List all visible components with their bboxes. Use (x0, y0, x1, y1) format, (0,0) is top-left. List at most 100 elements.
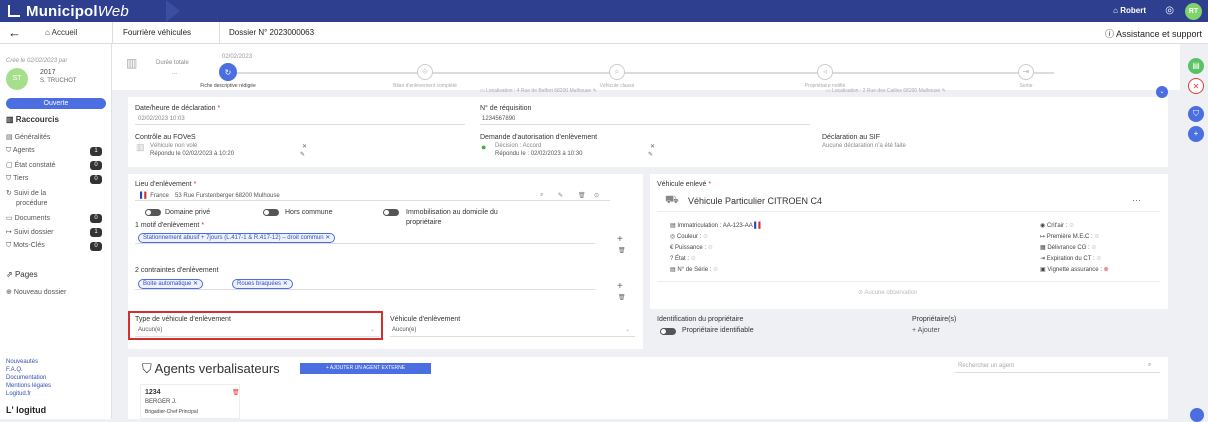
sif-value: Aucune déclaration n'a été faite (822, 143, 906, 149)
chevron-down-icon[interactable]: ⌄ (370, 326, 375, 333)
step-notifie-icon[interactable]: ◃ (817, 64, 833, 80)
trash-icon[interactable]: 🗑 (618, 294, 626, 301)
step-classe-icon[interactable]: ⌕ (609, 64, 625, 80)
chat-fab[interactable] (1190, 408, 1204, 422)
sidebar-item-documents[interactable]: ▭ Documents (6, 214, 50, 222)
vehicule-title: Véhicule Particulier CITROEN C4 (688, 196, 823, 206)
close-icon[interactable]: ✕ (650, 143, 655, 150)
app-logo[interactable]: MunicipolWeb (8, 3, 129, 20)
domaine-prive-label: Domaine privé (165, 209, 211, 216)
sidebar-item-agents[interactable]: ⛉ Agents (6, 147, 35, 155)
pages-icon: ⇗ (6, 270, 13, 279)
documents-count-badge: 0 (90, 214, 102, 223)
auth-response: Répondu le : 02/02/2023 à 10:30 (495, 151, 583, 157)
link-mentions[interactable]: Mentions légales (6, 383, 51, 389)
divider (112, 22, 113, 44)
sidebar-item-suivi[interactable]: ↻ Suivi de la (6, 189, 46, 197)
suivi-dossier-count-badge: 1 (90, 228, 102, 237)
user-menu[interactable]: ⌂ Robert (1113, 6, 1146, 15)
vehicule-enleve-label: Véhicule enlevé * (657, 181, 712, 188)
toggle-hors-commune[interactable] (263, 209, 279, 216)
vehicule-enlevement-label: Véhicule d'enlèvement (390, 316, 461, 323)
trash-icon[interactable]: 🗑 (578, 192, 586, 199)
user-avatar[interactable]: RT (1185, 3, 1202, 20)
close-fab[interactable]: ✕ (1188, 78, 1204, 94)
chevron-down-icon[interactable]: ⌄ (625, 326, 630, 333)
duration-label: Durée totale (156, 60, 189, 66)
id-proprietaire-label: Identification du propriétaire (657, 316, 744, 323)
sidebar-item-etat[interactable]: ▢ État constaté (6, 161, 55, 169)
vehicule-enlevement-select[interactable] (390, 326, 635, 337)
foves-response: Répondu le 02/02/2023 à 10:20 (150, 151, 235, 157)
toggle-proprietaire[interactable] (660, 328, 676, 335)
agents-title: ⛉ Agents verbalisateurs (142, 361, 280, 376)
pages-link[interactable]: ⇗ Pages (6, 270, 38, 279)
link-nouveautes[interactable]: Nouveautés (6, 359, 38, 365)
search-icon[interactable]: ⌕ (540, 192, 543, 199)
status-badge[interactable]: Ouverte (6, 98, 106, 109)
step-date: 02/02/2023 (222, 54, 253, 60)
workflow-progress: ▥ Durée totale ... 02/02/2023 ↻ ⟐ ⌕ ◃ ⇥ … (112, 44, 1180, 90)
assistance-link[interactable]: ⓘ Assistance et support (1105, 27, 1202, 40)
add-contrainte-icon[interactable]: + (617, 281, 623, 292)
auth-label: Demande d'autorisation d'enlèvement (480, 134, 598, 141)
new-dossier-link[interactable]: ⊕ Nouveau dossier (6, 288, 66, 296)
info-icon[interactable]: ⊙ (594, 192, 599, 199)
step-bilan-icon[interactable]: ⟐ (417, 64, 433, 80)
duration-icon: ▥ (126, 56, 138, 70)
trash-icon[interactable]: 🗑 (618, 247, 626, 254)
motif-field[interactable] (135, 233, 595, 244)
edit-icon[interactable]: ✎ (558, 192, 563, 199)
back-arrow-icon[interactable]: ← (8, 25, 21, 40)
headset-icon[interactable]: ◎ (1165, 5, 1174, 16)
type-vehicule-label: Type de véhicule d'enlèvement (135, 316, 231, 323)
toggle-immobilisation[interactable] (383, 209, 399, 216)
step-fiche-label: Fiche descriptive rédigée (200, 83, 256, 89)
step-sortie-label: Sortie (1019, 83, 1033, 89)
creator-year: 2017 (40, 69, 56, 76)
link-documentation[interactable]: Documentation (6, 375, 46, 381)
sidebar-item-suivi-line2[interactable]: procédure (16, 200, 48, 207)
save-fab[interactable]: ▤ (1188, 58, 1204, 74)
step-sortie-icon[interactable]: ⇥ (1018, 64, 1034, 80)
agent-search-placeholder: Rechercher un agent (958, 363, 1015, 369)
link-logitud[interactable]: Logitud.fr (6, 391, 31, 397)
breadcrumb-module[interactable]: Fourrière véhicules (123, 28, 191, 37)
agent-name: BERGER J. (145, 399, 177, 405)
country-select[interactable]: ▌▌ France (140, 193, 169, 199)
toggle-domaine-prive[interactable] (145, 209, 161, 216)
sidebar-item-mots-cles[interactable]: ⛉ Mots-Clés (6, 242, 45, 250)
sidebar-item-tiers[interactable]: ⛉ Tiers (6, 175, 28, 183)
close-icon[interactable]: ✕ (302, 143, 307, 150)
agent-number: 1234 (145, 389, 161, 396)
etat: ? État : ⊘ (670, 256, 696, 262)
more-icon[interactable]: ··· (1132, 195, 1141, 205)
edit-icon[interactable]: ✎ (648, 151, 653, 158)
link-faq[interactable]: F.A.Q. (6, 367, 23, 373)
immobilisation-label-2: propriétaire (406, 219, 442, 226)
tiers-count-badge: 0 (90, 175, 102, 184)
localisation-1: ▭ Localisation : 4 Rue de Belfort 68200 … (480, 88, 597, 94)
add-person-fab[interactable]: ⛉ (1188, 106, 1204, 122)
step-fiche-icon[interactable]: ↻ (219, 63, 237, 81)
requisition-field[interactable] (480, 114, 810, 125)
scroll-down-icon[interactable]: ⌄ (1156, 86, 1168, 98)
add-proprietaire-link[interactable]: + Ajouter (912, 327, 940, 334)
breadcrumb-home[interactable]: ⌂ Accueil (45, 28, 77, 37)
agents-count-badge: 1 (90, 147, 102, 156)
sidebar-item-generalites[interactable]: ▤ Généralités (6, 133, 50, 141)
type-vehicule-select[interactable] (135, 326, 379, 337)
add-motif-icon[interactable]: + (617, 234, 623, 245)
add-agent-externe-button[interactable]: + AJOUTER UN AGENT EXTERNE (300, 363, 431, 374)
contraintes-field[interactable] (135, 279, 595, 290)
trash-icon[interactable]: 🗑 (232, 389, 240, 396)
sidebar-item-suivi-dossier[interactable]: ↦ Suivi dossier (6, 228, 54, 236)
search-icon[interactable]: ⌕ (1148, 362, 1151, 369)
add-doc-fab[interactable]: + (1188, 126, 1204, 142)
breadcrumb-dossier[interactable]: Dossier N° 2023000063 (229, 28, 314, 37)
logitud-logo: L' logitud (6, 405, 47, 415)
contraintes-label: 2 contraintes d'enlèvement (135, 267, 219, 274)
sif-label: Déclaration au SIF (822, 134, 880, 141)
immobilisation-label: Immobilisation au domicile du (406, 209, 498, 216)
edit-icon[interactable]: ✎ (300, 151, 305, 158)
